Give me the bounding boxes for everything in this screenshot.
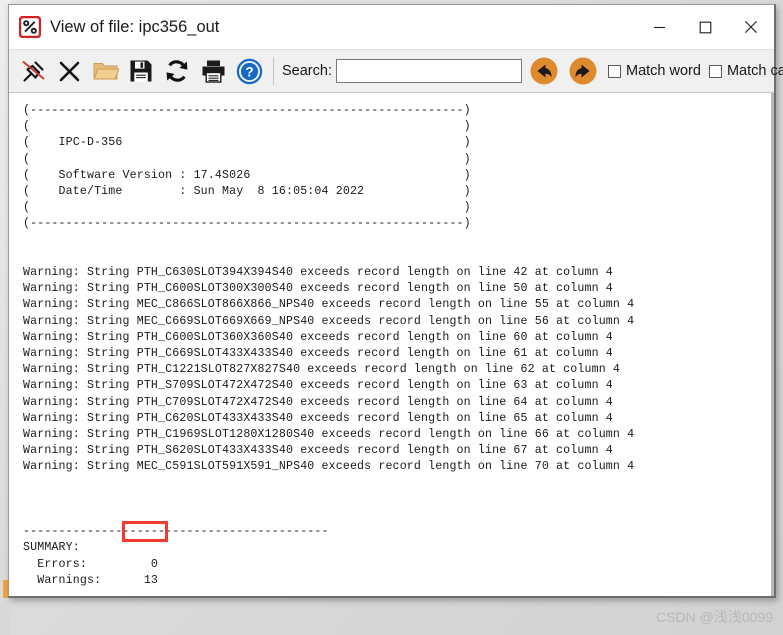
toolbar: ? Search: Match word Match ca [9, 49, 783, 93]
minimize-button[interactable] [636, 5, 682, 49]
find-next-button[interactable] [566, 54, 600, 88]
close-file-icon[interactable] [51, 53, 87, 89]
search-label: Search: [282, 63, 332, 79]
vertical-scrollbar[interactable] [771, 93, 774, 596]
find-previous-button[interactable] [527, 54, 561, 88]
print-icon[interactable] [195, 53, 231, 89]
content-area: (---------------------------------------… [9, 93, 774, 596]
file-text-viewport[interactable]: (---------------------------------------… [9, 93, 771, 596]
title-bar: View of file: ipc356_out [9, 5, 774, 49]
search-input[interactable] [335, 59, 522, 83]
maximize-button[interactable] [682, 5, 728, 49]
pcb-via-icon [18, 15, 42, 39]
open-folder-icon[interactable] [87, 53, 123, 89]
window-title: View of file: ipc356_out [50, 17, 220, 36]
match-word-label: Match word [625, 63, 701, 79]
screen-root: View of file: ipc356_out ? Search: Match… [0, 0, 783, 635]
file-viewer-window: View of file: ipc356_out ? Search: Match… [8, 4, 783, 598]
match-case-checkbox-box [708, 64, 722, 78]
help-icon[interactable]: ? [231, 53, 267, 89]
svg-text:?: ? [245, 64, 253, 79]
match-word-checkbox[interactable]: Match word [607, 63, 701, 79]
watermark: CSDN @浅浅0099 [656, 609, 773, 625]
match-word-checkbox-box [607, 64, 621, 78]
file-text-content: (---------------------------------------… [23, 104, 635, 587]
match-case-label: Match case [726, 63, 783, 79]
toolbar-separator [273, 57, 274, 85]
save-icon[interactable] [123, 53, 159, 89]
match-case-checkbox[interactable]: Match case [708, 63, 783, 79]
pin-icon[interactable] [15, 53, 51, 89]
refresh-icon[interactable] [159, 53, 195, 89]
close-button[interactable] [728, 5, 774, 49]
window-controls [636, 5, 774, 49]
